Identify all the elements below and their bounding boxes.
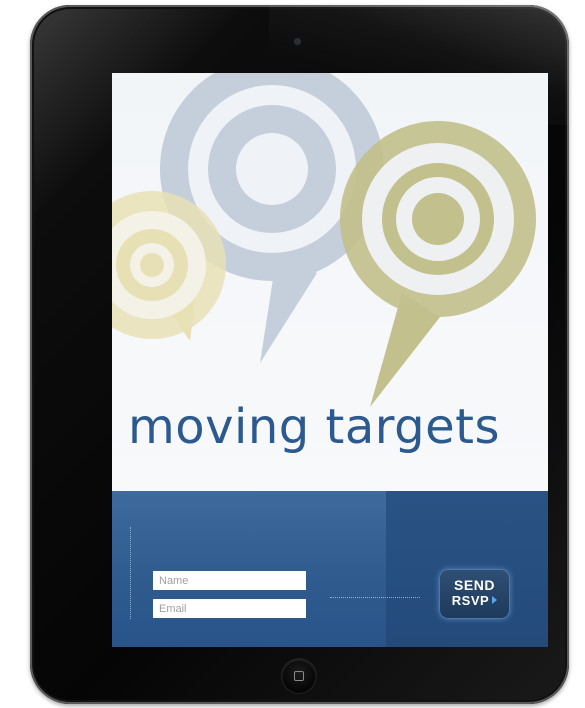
app-screen: moving targets SEND RSVP xyxy=(112,73,548,647)
hero-graphic: moving targets xyxy=(112,73,548,491)
dotted-divider-horizontal xyxy=(330,597,420,598)
target-pin-olive xyxy=(340,121,536,407)
dotted-divider-vertical xyxy=(130,527,131,619)
send-rsvp-button[interactable]: SEND RSVP xyxy=(439,569,510,619)
triangle-right-icon xyxy=(492,596,498,604)
rsvp-label-row: RSVP xyxy=(439,593,510,608)
name-input[interactable] xyxy=(153,571,306,590)
home-button-icon xyxy=(294,671,304,681)
home-button[interactable] xyxy=(282,659,316,693)
email-input[interactable] xyxy=(153,599,306,618)
send-label: SEND xyxy=(454,577,495,593)
rsvp-form-panel: SEND RSVP xyxy=(112,491,548,647)
rsvp-label: RSVP xyxy=(451,593,490,608)
tablet-device: moving targets SEND RSVP xyxy=(30,5,569,704)
page-title: moving targets xyxy=(128,399,500,455)
camera-icon xyxy=(294,38,301,45)
